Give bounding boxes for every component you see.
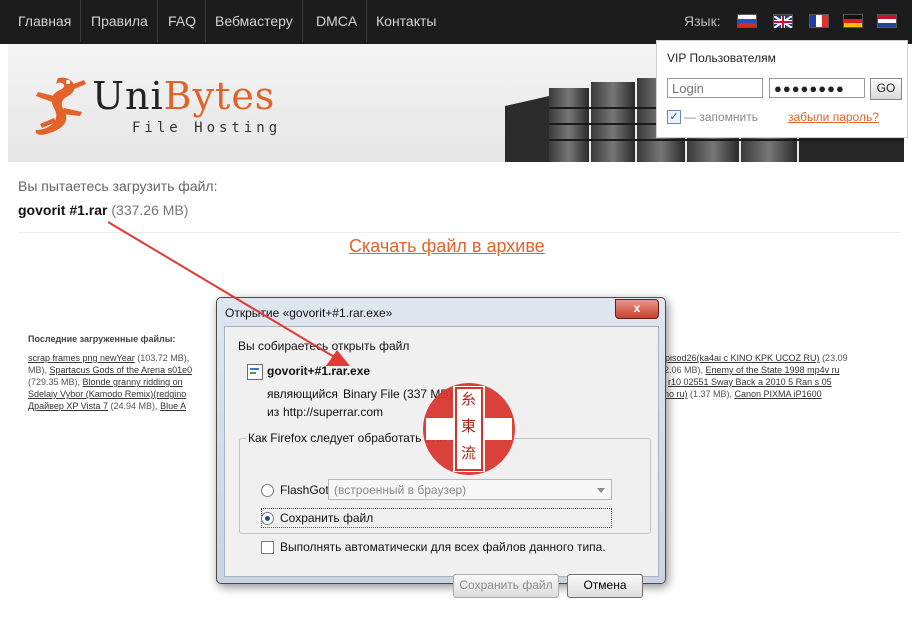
nav-item-dmca[interactable]: DMCA <box>307 0 368 42</box>
password-input[interactable] <box>769 78 865 98</box>
dialog-from-value: http://superrar.com <box>283 405 384 419</box>
list-item: scrap frames png newYear (103.72 MB), <box>28 352 189 364</box>
open-with-label[interactable]: FlashGot <box>280 483 329 497</box>
nav-item-faq[interactable]: FAQ <box>159 0 207 42</box>
list-item: Sdelaiy Vybor (Kamodo Remix)(redgino <box>28 388 186 400</box>
recent-files-title: Последние загруженные файлы: <box>28 334 176 344</box>
recent-file-link[interactable]: episod26(ka4ai c KINO KPK UCOZ RU) <box>660 353 820 363</box>
list-item: 2.06 MB), Enemy of the State 1998 mp4v r… <box>664 364 840 376</box>
recent-file-size: (23.09 <box>819 353 848 363</box>
dialog-close-button[interactable]: x <box>615 299 659 319</box>
divider <box>18 232 900 233</box>
open-with-select[interactable]: (встроенный в браузер) <box>328 479 612 500</box>
top-navigation: Главная Правила FAQ Вебмастеру DMCA Конт… <box>0 0 912 44</box>
brand-name-part2: Bytes <box>163 74 276 118</box>
save-file-label[interactable]: Сохранить файл <box>280 511 373 525</box>
dialog-filename: govorit+#1.rar.exe <box>267 364 371 378</box>
language-label: Язык: <box>684 13 721 29</box>
vip-login-title: VIP Пользователям <box>667 51 776 65</box>
save-file-radio[interactable] <box>261 512 274 525</box>
file-name: govorit #1.rar <box>18 202 108 218</box>
save-file-button[interactable]: Сохранить файл <box>453 574 559 598</box>
nav-item-contacts[interactable]: Контакты <box>367 0 445 42</box>
download-prompt: Вы пытаетесь загрузить файл: <box>18 178 218 194</box>
nav-item-home[interactable]: Главная <box>9 0 82 42</box>
recent-file-link[interactable]: Canon PIXMA iP1600 <box>735 389 822 399</box>
recent-file-size: (24.94 MB), <box>108 401 161 411</box>
list-item: episod26(ka4ai c KINO KPK UCOZ RU) (23.0… <box>660 352 848 364</box>
chevron-down-icon <box>597 488 605 493</box>
flag-dutch-icon[interactable] <box>877 14 897 28</box>
recent-file-link[interactable]: scrap frames png newYear <box>28 353 135 363</box>
flag-russian-icon[interactable] <box>737 14 757 28</box>
recent-file-size: 2.06 MB), <box>664 365 706 375</box>
login-input[interactable] <box>667 78 763 98</box>
nav-item-webmaster[interactable]: Вебмастеру <box>206 0 303 42</box>
brand-logo[interactable]: UniBytes <box>92 74 275 118</box>
list-item: (729.35 MB), Blonde granny ridding on <box>28 376 183 388</box>
stamp-char-2: 東 <box>461 417 477 435</box>
recent-file-link[interactable]: Blue A <box>160 401 186 411</box>
open-with-radio[interactable] <box>261 484 274 497</box>
recent-file-size: (103.72 MB), <box>134 353 190 363</box>
recent-file-link[interactable]: Sdelaiy Vybor (Kamodo Remix)(redgino <box>28 389 186 399</box>
dialog-from-prefix: из <box>267 405 280 419</box>
list-item: MB), Spartacus Gods of the Arena s01e0 <box>28 364 192 376</box>
recent-file-size: (729.35 MB), <box>28 377 83 387</box>
flag-french-icon[interactable] <box>809 14 829 28</box>
brand-tagline: File Hosting <box>132 120 282 136</box>
vip-login-panel: VIP Пользователям GO ✓ — запомнить забыл… <box>656 40 908 138</box>
file-size: (337.26 MB) <box>111 202 189 218</box>
stamp-char-3: 流 <box>461 444 477 462</box>
flag-german-icon[interactable] <box>843 14 863 28</box>
recent-file-link[interactable]: r10 02551 Sway Back a 2010 5 Ran s 05 <box>668 377 832 387</box>
recent-file-link[interactable]: Enemy of the State 1998 mp4v ru <box>706 365 840 375</box>
recent-file-size: MB), <box>28 365 50 375</box>
auto-action-checkbox[interactable] <box>261 541 274 554</box>
recent-file-size: (1.37 MB), <box>687 389 735 399</box>
recent-file-link[interactable]: Blonde granny ridding on <box>83 377 183 387</box>
recent-file-link[interactable]: Драйвер XP Vista 7 <box>28 401 108 411</box>
auto-action-label[interactable]: Выполнять автоматически для всех файлов … <box>280 540 606 554</box>
brand-name-part1: Uni <box>92 74 164 118</box>
list-item: r10 02551 Sway Back a 2010 5 Ran s 05 <box>668 376 832 388</box>
uk-cross-icon <box>773 15 793 29</box>
flag-english-icon[interactable] <box>773 14 793 29</box>
file-type-icon <box>247 364 263 380</box>
login-go-button[interactable]: GO <box>870 78 902 100</box>
dialog-intro: Вы собираетесь открыть файл <box>238 339 410 353</box>
nav-item-rules[interactable]: Правила <box>82 0 158 42</box>
cancel-button[interactable]: Отмена <box>567 574 643 598</box>
stamp-char-1: 糸 <box>461 390 477 408</box>
list-item: ino ru) (1.37 MB), Canon PIXMA iP1600 <box>662 388 822 400</box>
dialog-title: Открытие «govorit+#1.rar.exe» <box>225 306 393 320</box>
download-archive-link[interactable]: Скачать файл в архиве <box>349 236 545 257</box>
open-with-select-value: (встроенный в браузер) <box>334 483 467 497</box>
dialog-type-prefix: являющийся <box>267 387 338 401</box>
remember-label: — запомнить <box>684 110 759 124</box>
file-info: govorit #1.rar (337.26 MB) <box>18 202 188 218</box>
lizard-logo-icon[interactable] <box>28 74 90 140</box>
list-item: Драйвер XP Vista 7 (24.94 MB), Blue A <box>28 400 186 412</box>
remember-checkbox[interactable]: ✓ <box>667 110 681 124</box>
forgot-password-link[interactable]: забыли пароль? <box>788 110 879 124</box>
recent-file-link[interactable]: Spartacus Gods of the Arena s01e0 <box>50 365 193 375</box>
